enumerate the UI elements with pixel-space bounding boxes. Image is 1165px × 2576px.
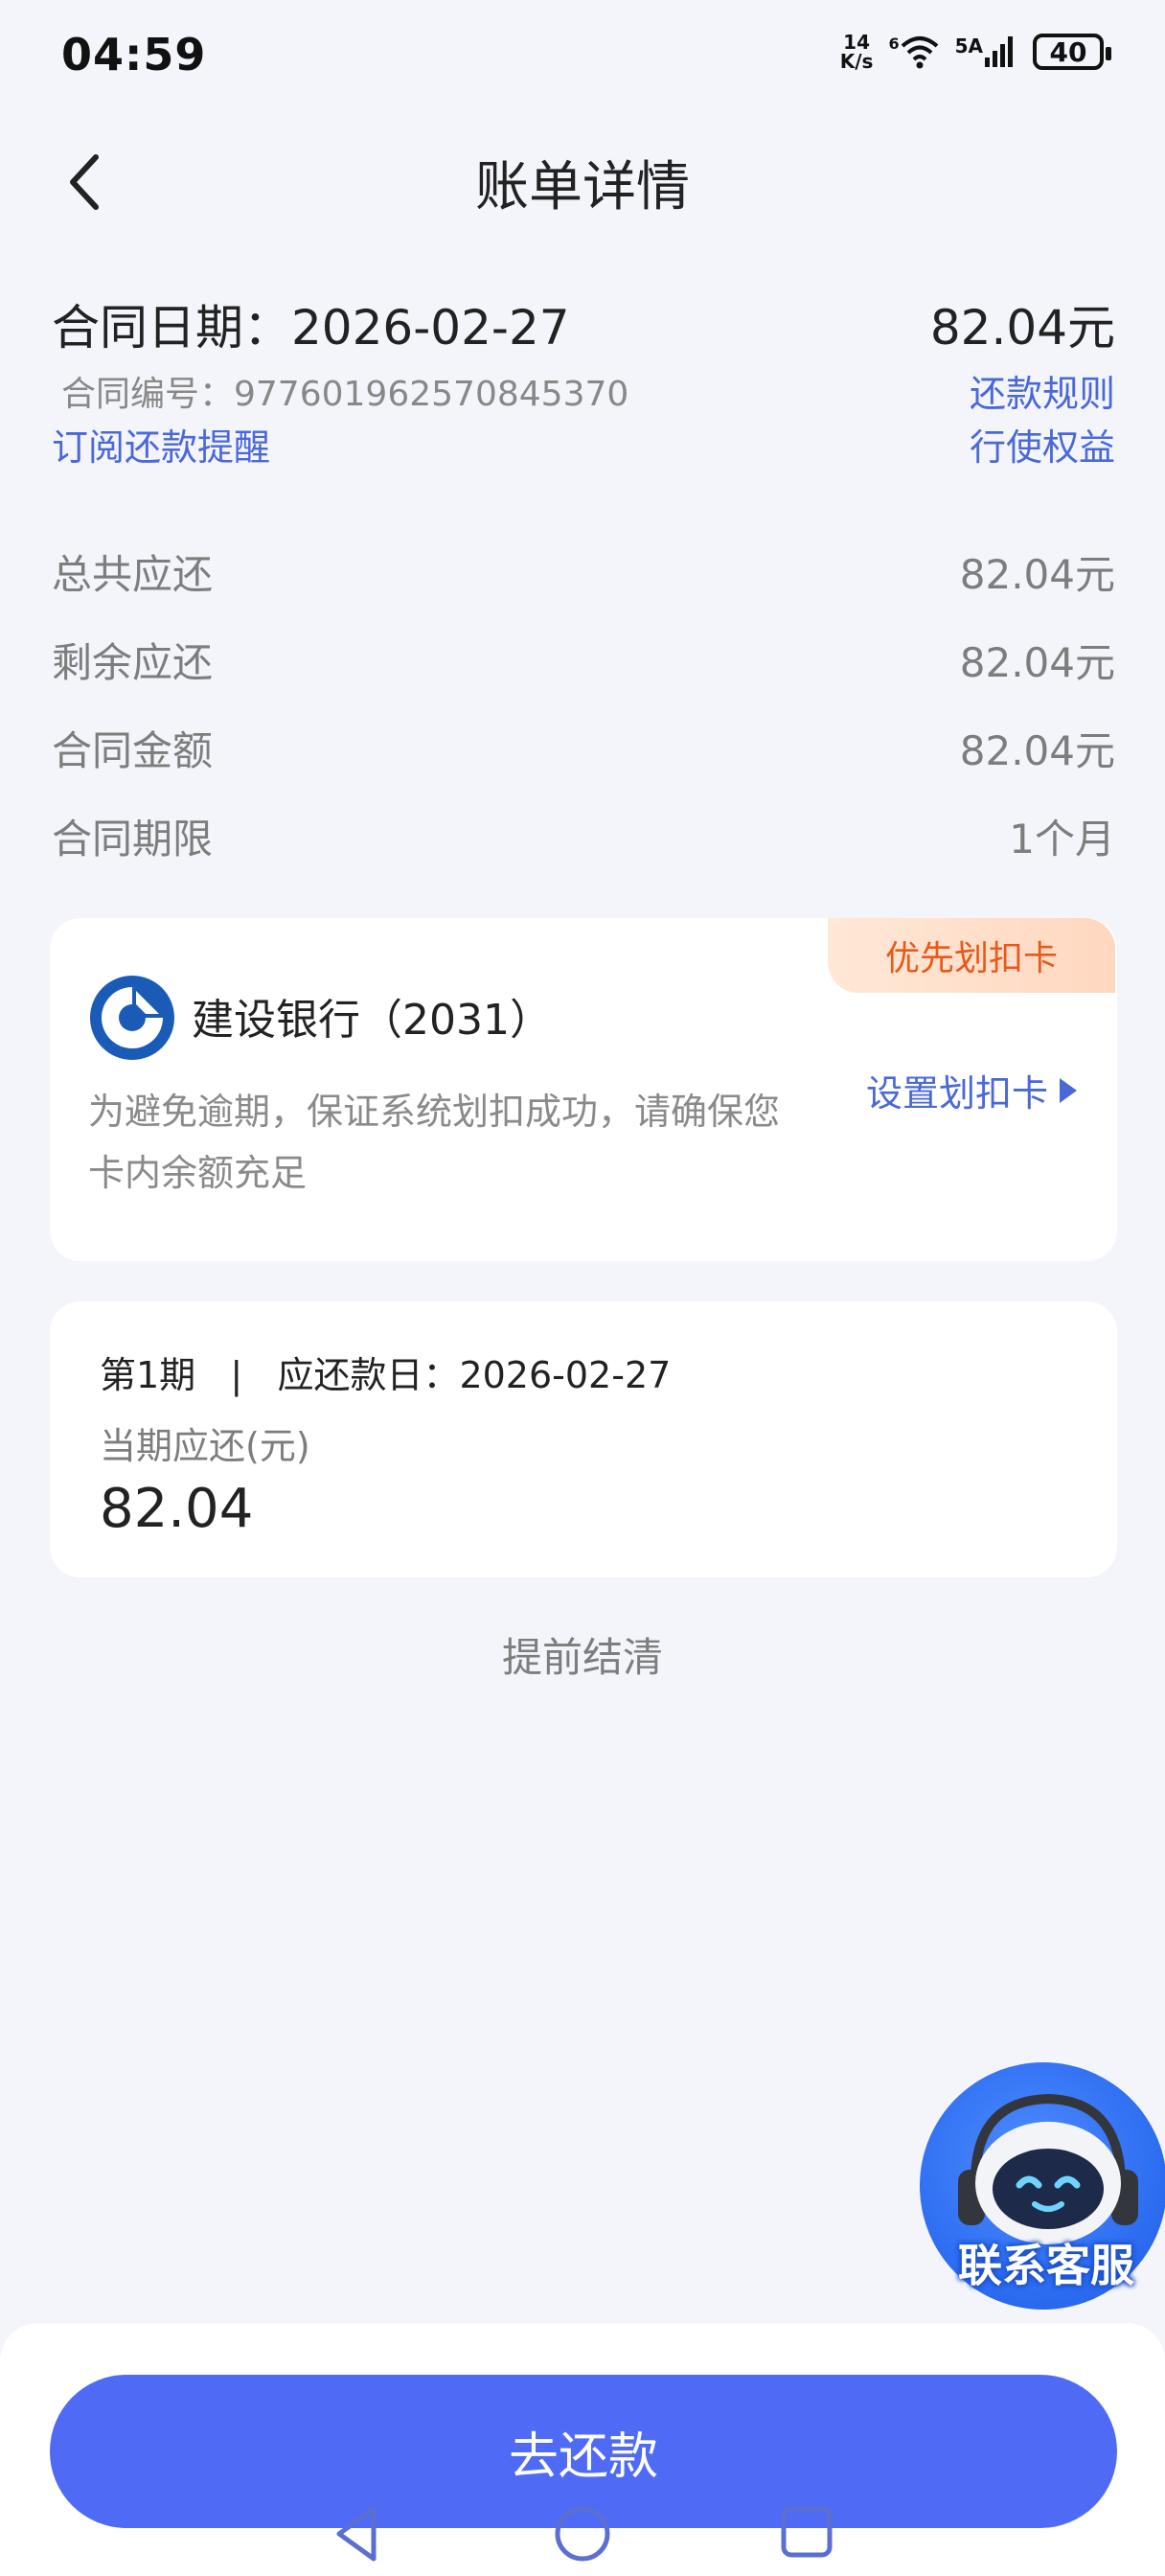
set-debit-card-label: 设置划扣卡 [865, 1072, 1048, 1115]
triangle-right-icon [1060, 1077, 1077, 1103]
info-value-total: 82.04元 [959, 551, 1115, 598]
contract-date: 合同日期：2026-02-27 [52, 300, 570, 356]
wifi-badge: 6 [888, 34, 900, 53]
info-label-total: 总共应还 [52, 551, 214, 598]
early-settlement-button[interactable]: 提前结清 [0, 1625, 1165, 1684]
net-speed: 14 K/s [840, 33, 874, 71]
priority-badge-label: 优先划扣卡 [884, 939, 1058, 978]
info-value-contract-amount: 82.04元 [959, 727, 1115, 774]
status-time: 04:59 [61, 29, 207, 80]
installment-due-line: 第1期 | 应还款日：2026-02-27 [100, 1354, 672, 1396]
nav-home-icon[interactable] [552, 2503, 613, 2564]
ccb-bank-logo-icon [90, 976, 174, 1060]
net-speed-unit: K/s [839, 50, 874, 73]
info-value-term: 1个月 [1009, 816, 1115, 862]
contract-number: 合同编号：977601962570845370 [61, 375, 629, 414]
info-value-remaining: 82.04元 [959, 639, 1115, 686]
cell-status: 5A [955, 34, 1017, 69]
nav-back-icon[interactable] [330, 2503, 383, 2564]
bank-balance-note: 为避免逾期，保证系统划扣成功，请确保您卡内余额充足 [88, 1091, 781, 1194]
repayment-rules-link[interactable]: 还款规则 [970, 364, 1115, 417]
subscribe-reminder-link[interactable]: 订阅还款提醒 [52, 418, 270, 471]
customer-service-label: 联系客服 [958, 2240, 1134, 2291]
repay-button-label: 去还款 [508, 2427, 658, 2486]
priority-card-badge: 优先划扣卡 [828, 918, 1115, 993]
wifi-icon [901, 36, 938, 69]
wifi-status: 6 [888, 34, 939, 69]
battery-level: 40 [1049, 35, 1087, 68]
installment-amount: 82.04 [100, 1478, 254, 1540]
status-icons: 14 K/s 6 5A 40 [840, 33, 1111, 71]
page-title: 账单详情 [475, 156, 690, 218]
installment-subtitle: 当期应还(元) [100, 1425, 310, 1467]
nav-recents-icon[interactable] [778, 2503, 835, 2561]
signal-icon [985, 36, 1013, 67]
info-label-remaining: 剩余应还 [52, 639, 214, 686]
exercise-rights-link[interactable]: 行使权益 [970, 418, 1115, 471]
bank-name: 建设银行（2031） [192, 996, 552, 1045]
contract-amount: 82.04元 [929, 300, 1115, 356]
info-label-term: 合同期限 [52, 816, 214, 862]
net-speed-value: 14 [843, 31, 871, 54]
set-debit-card-button[interactable]: 设置划扣卡 [866, 1064, 1077, 1116]
signal-label: 5A [954, 34, 983, 58]
battery-icon: 40 [1033, 34, 1111, 70]
info-label-contract-amount: 合同金额 [52, 727, 214, 774]
